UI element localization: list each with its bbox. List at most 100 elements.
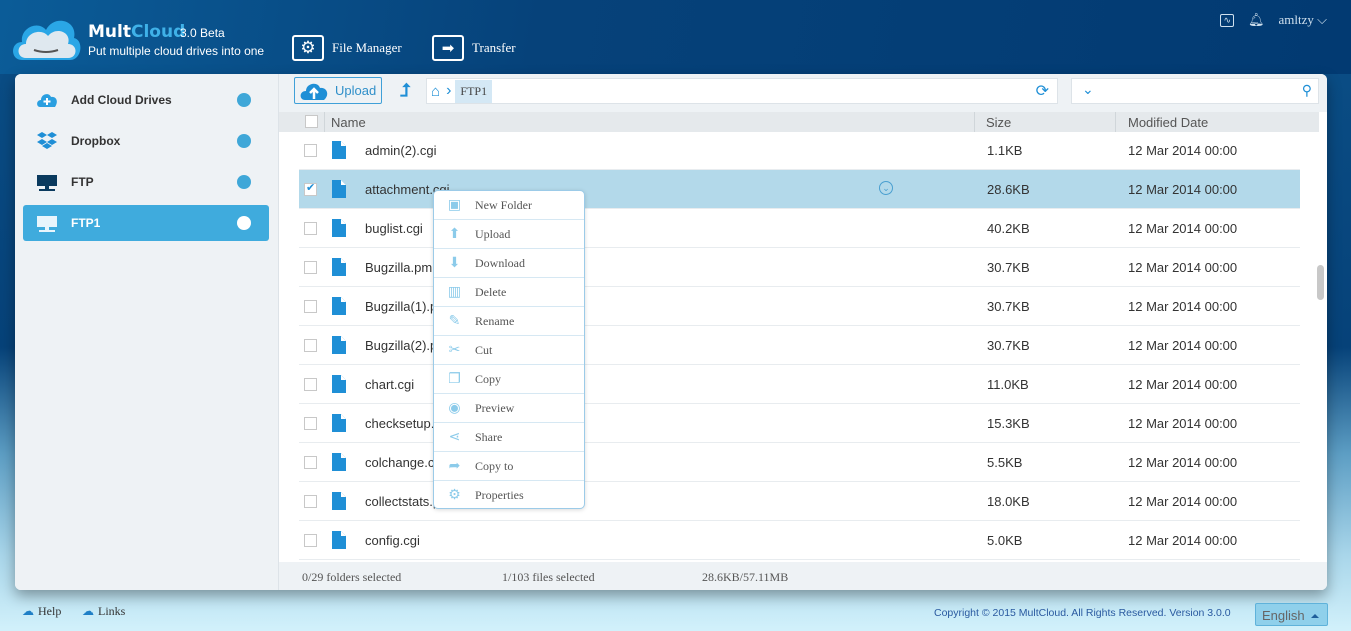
menu-item-label: Rename: [475, 313, 515, 328]
copyright: Copyright © 2015 MultCloud. All Rights R…: [934, 607, 1231, 619]
file-modified-date: 12 Mar 2014 00:00: [1128, 416, 1238, 431]
file-size: 40.2KB: [987, 221, 1030, 236]
language-select[interactable]: English: [1255, 603, 1328, 626]
nav-transfer[interactable]: ➡ Transfer: [432, 35, 516, 61]
menu-item-label: Preview: [475, 400, 515, 415]
row-checkbox[interactable]: [304, 456, 317, 469]
chevron-down-icon[interactable]: [237, 216, 251, 230]
eye-icon: ◉: [448, 400, 461, 416]
scissors-icon: ✂: [448, 342, 461, 358]
column-size[interactable]: Size: [986, 115, 1011, 130]
row-checkbox[interactable]: [304, 417, 317, 430]
breadcrumb: ⌂ › FTP1 ⟳: [426, 78, 1058, 104]
search-icon[interactable]: ⚲: [1302, 82, 1312, 99]
toolbar: Upload ⮥ ⌂ › FTP1 ⟳ ⌄ ⚲: [279, 74, 1327, 112]
caret-up-icon: [1311, 614, 1319, 618]
sidebar-item-label: FTP: [71, 175, 94, 189]
trash-icon: ▥: [447, 284, 462, 300]
file-icon: [332, 336, 346, 354]
menu-item-cut[interactable]: ✂ Cut: [434, 336, 584, 365]
table-row[interactable]: config.cgi 5.0KB 12 Mar 2014 00:00: [299, 521, 1300, 560]
upload-button[interactable]: Upload: [294, 77, 382, 104]
row-menu-chevron-icon[interactable]: ⌄: [879, 181, 893, 195]
refresh-icon[interactable]: ⟳: [1036, 81, 1049, 101]
home-icon[interactable]: ⌂: [431, 83, 440, 100]
chevron-down-icon[interactable]: [237, 175, 251, 189]
links-link[interactable]: ☁ Links: [82, 604, 125, 619]
file-name[interactable]: config.cgi: [365, 533, 420, 548]
chevron-down-icon[interactable]: ⌄: [1082, 81, 1094, 98]
sidebar-item-label: FTP1: [71, 216, 101, 230]
chevron-down-icon[interactable]: [237, 134, 251, 148]
nav-label: File Manager: [332, 40, 402, 55]
nav-label: Transfer: [472, 40, 516, 55]
menu-item-label: Delete: [475, 284, 507, 299]
menu-item-copy[interactable]: ❐ Copy: [434, 365, 584, 394]
selected-size: 28.6KB/57.11MB: [702, 570, 789, 584]
row-checkbox[interactable]: [304, 222, 317, 235]
nav-file-manager[interactable]: ⚙ File Manager: [292, 35, 402, 61]
search-input[interactable]: [1102, 82, 1292, 100]
menu-item-properties[interactable]: ⚙ Properties: [434, 481, 584, 510]
menu-item-rename[interactable]: ✎ Rename: [434, 307, 584, 336]
row-checkbox[interactable]: [304, 261, 317, 274]
main-panel: Add Cloud Drives Dropbox FTP FTP1 Upload…: [15, 74, 1327, 590]
sidebar-item-label: Add Cloud Drives: [71, 93, 172, 107]
bell-icon[interactable]: 🔔︎: [1248, 12, 1265, 28]
file-size: 5.5KB: [987, 455, 1023, 470]
file-name[interactable]: collectstats.pl: [365, 494, 443, 509]
row-checkbox[interactable]: [304, 144, 317, 157]
table-row[interactable]: admin(2).cgi 1.1KB 12 Mar 2014 00:00: [299, 131, 1300, 170]
file-name[interactable]: admin(2).cgi: [365, 143, 437, 158]
row-checkbox[interactable]: [304, 495, 317, 508]
sidebar-item-add-cloud-drives[interactable]: Add Cloud Drives: [23, 82, 269, 118]
tagline: Put multiple cloud drives into one: [88, 44, 265, 58]
sidebar-item-ftp1[interactable]: FTP1: [23, 205, 269, 241]
column-name[interactable]: Name: [331, 115, 366, 130]
cloud-plus-icon: [23, 92, 71, 108]
file-size: 18.0KB: [987, 494, 1030, 509]
chevron-right-icon[interactable]: [237, 93, 251, 107]
top-header: MultCloud 3.0 Beta Put multiple cloud dr…: [0, 0, 1351, 74]
row-checkbox[interactable]: [304, 534, 317, 547]
file-modified-date: 12 Mar 2014 00:00: [1128, 143, 1238, 158]
file-name[interactable]: chart.cgi: [365, 377, 414, 392]
activity-icon[interactable]: ∿: [1220, 13, 1234, 27]
menu-item-download[interactable]: ⬇ Download: [434, 249, 584, 278]
menu-item-delete[interactable]: ▥ Delete: [434, 278, 584, 307]
user-menu[interactable]: amltzy ⌵: [1279, 12, 1328, 28]
breadcrumb-item[interactable]: FTP1: [455, 79, 493, 103]
file-size: 5.0KB: [987, 533, 1023, 548]
file-name[interactable]: buglist.cgi: [365, 221, 423, 236]
select-all-checkbox[interactable]: [305, 115, 318, 128]
file-icon: [332, 258, 346, 276]
row-checkbox[interactable]: [304, 339, 317, 352]
menu-item-new-folder[interactable]: ▣ New Folder: [434, 191, 584, 220]
menu-item-copy-to[interactable]: ➦ Copy to: [434, 452, 584, 481]
row-checkbox[interactable]: [304, 378, 317, 391]
sidebar-item-dropbox[interactable]: Dropbox: [23, 123, 269, 159]
file-icon: [332, 180, 346, 198]
file-name[interactable]: Bugzilla.pm: [365, 260, 432, 275]
menu-item-share[interactable]: ⋖ Share: [434, 423, 584, 452]
search-box[interactable]: ⌄ ⚲: [1071, 78, 1319, 104]
pencil-icon: ✎: [448, 313, 461, 329]
upload-label: Upload: [335, 83, 377, 98]
menu-item-preview[interactable]: ◉ Preview: [434, 394, 584, 423]
arrow-right-icon: ➡: [432, 35, 464, 61]
row-checkbox[interactable]: [304, 300, 317, 313]
multcloud-logo-icon: [13, 20, 81, 60]
help-link[interactable]: ☁ Help: [22, 604, 61, 619]
context-menu: ▣ New Folder ⬆ Upload ⬇ Download ▥ Delete ✎ Renam…: [433, 190, 585, 509]
sidebar-item-ftp[interactable]: FTP: [23, 164, 269, 200]
parent-folder-icon[interactable]: ⮥: [400, 80, 411, 101]
download-icon: ⬇: [448, 255, 461, 271]
row-checkbox[interactable]: ✔: [304, 182, 317, 196]
file-size: 30.7KB: [987, 299, 1030, 314]
file-icon: [332, 453, 346, 471]
menu-item-upload[interactable]: ⬆ Upload: [434, 220, 584, 249]
file-modified-date: 12 Mar 2014 00:00: [1128, 377, 1238, 392]
file-icon: [332, 141, 346, 159]
column-modified-date[interactable]: Modified Date: [1128, 115, 1208, 130]
scrollbar[interactable]: [1317, 265, 1324, 300]
